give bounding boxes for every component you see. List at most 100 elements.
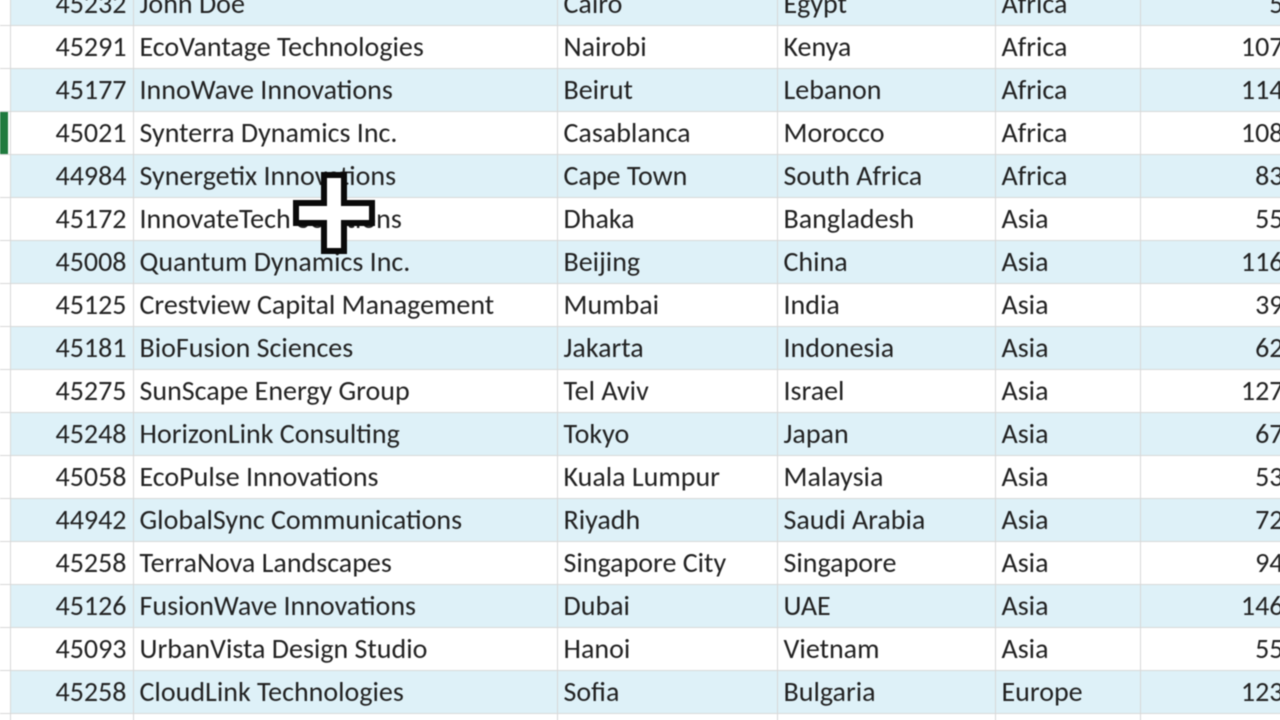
cell-country[interactable]: Morocco (777, 112, 995, 155)
cell-country[interactable]: Bulgaria (777, 714, 995, 720)
cell-country[interactable]: Saudi Arabia (777, 499, 995, 542)
cell-id[interactable]: 45126 (10, 585, 133, 628)
row-header[interactable] (0, 714, 10, 720)
cell-region[interactable]: Asia (995, 284, 1140, 327)
cell-country[interactable]: Malaysia (777, 456, 995, 499)
cell-country[interactable]: Japan (777, 413, 995, 456)
row-header[interactable] (0, 370, 10, 413)
cell-value[interactable]: 5 (1140, 0, 1280, 26)
cell-id[interactable]: 45181 (10, 327, 133, 370)
cell-value[interactable]: 94 (1140, 542, 1280, 585)
table-row[interactable]: 45172InnovateTech SolutionsDhakaBanglade… (0, 198, 1280, 241)
cell-country[interactable]: Bulgaria (777, 671, 995, 714)
cell-city[interactable]: Hanoi (557, 628, 777, 671)
cell-value[interactable]: 114 (1140, 69, 1280, 112)
cell-id[interactable]: 45091 (10, 714, 133, 720)
table-row[interactable]: 45275SunScape Energy GroupTel AvivIsrael… (0, 370, 1280, 413)
cell-id[interactable]: 45232 (10, 0, 133, 26)
row-header[interactable] (0, 585, 10, 628)
cell-country[interactable]: UAE (777, 585, 995, 628)
cell-company[interactable]: HorizonLink Consulting (133, 413, 557, 456)
row-header[interactable] (0, 671, 10, 714)
cell-country[interactable]: Vietnam (777, 628, 995, 671)
table-row[interactable]: 45291EcoVantage TechnologiesNairobiKenya… (0, 26, 1280, 69)
cell-id[interactable]: 44942 (10, 499, 133, 542)
cell-city[interactable]: Tel Aviv (557, 370, 777, 413)
cell-region[interactable]: Africa (995, 26, 1140, 69)
cell-company[interactable]: UrbanVista Design Studio (133, 628, 557, 671)
cell-country[interactable]: Indonesia (777, 327, 995, 370)
cell-company[interactable]: Synterra Dynamics Inc. (133, 112, 557, 155)
cell-city[interactable]: Dhaka (557, 198, 777, 241)
cell-region[interactable]: Europe (995, 671, 1140, 714)
cell-company[interactable]: GlobalSync Communications (133, 499, 557, 542)
cell-city[interactable]: Nairobi (557, 26, 777, 69)
cell-city[interactable]: Casablanca (557, 112, 777, 155)
spreadsheet-grid[interactable]: 45232John DoeCairoEgyptAfrica545291EcoVa… (0, 0, 1280, 720)
table-row[interactable]: 45093UrbanVista Design StudioHanoiVietna… (0, 628, 1280, 671)
cell-company[interactable]: EcoVantage Technologies (133, 26, 557, 69)
cell-id[interactable]: 45258 (10, 671, 133, 714)
cell-country[interactable]: Kenya (777, 26, 995, 69)
cell-city[interactable]: Cairo (557, 0, 777, 26)
cell-country[interactable]: Singapore (777, 542, 995, 585)
cell-id[interactable]: 45008 (10, 241, 133, 284)
cell-city[interactable]: Beijing (557, 241, 777, 284)
cell-city[interactable]: Jakarta (557, 327, 777, 370)
cell-value[interactable]: 83 (1140, 155, 1280, 198)
cell-city[interactable]: Riyadh (557, 499, 777, 542)
row-header[interactable] (0, 284, 10, 327)
cell-region[interactable]: Africa (995, 155, 1140, 198)
cell-city[interactable]: Singapore City (557, 542, 777, 585)
cell-value[interactable]: 55 (1140, 628, 1280, 671)
row-header[interactable] (0, 69, 10, 112)
cell-company[interactable]: John Doe (133, 0, 557, 26)
table-row[interactable]: 45181BioFusion SciencesJakartaIndonesiaA… (0, 327, 1280, 370)
table-row[interactable]: 44942GlobalSync CommunicationsRiyadhSaud… (0, 499, 1280, 542)
table-row[interactable]: 45021Synterra Dynamics Inc.CasablancaMor… (0, 112, 1280, 155)
cell-value[interactable]: 123 (1140, 671, 1280, 714)
row-header[interactable] (0, 241, 10, 284)
cell-id[interactable]: 45258 (10, 542, 133, 585)
table-row[interactable]: 45091LunaStar MediaPlovdivBulgariaEurope (0, 714, 1280, 720)
table-row[interactable]: 45177InnoWave InnovationsBeirutLebanonAf… (0, 69, 1280, 112)
cell-id[interactable]: 45058 (10, 456, 133, 499)
row-header[interactable] (0, 499, 10, 542)
cell-region[interactable]: Africa (995, 69, 1140, 112)
cell-region[interactable]: Asia (995, 499, 1140, 542)
data-table[interactable]: 45232John DoeCairoEgyptAfrica545291EcoVa… (0, 0, 1280, 720)
cell-value[interactable]: 108 (1140, 112, 1280, 155)
row-header[interactable] (0, 542, 10, 585)
cell-id[interactable]: 44984 (10, 155, 133, 198)
cell-city[interactable]: Dubai (557, 585, 777, 628)
cell-company[interactable]: Synergetix Innovations (133, 155, 557, 198)
table-row[interactable]: 44984Synergetix InnovationsCape TownSout… (0, 155, 1280, 198)
cell-city[interactable]: Cape Town (557, 155, 777, 198)
row-header[interactable] (0, 327, 10, 370)
cell-value[interactable]: 72 (1140, 499, 1280, 542)
cell-value[interactable]: 62 (1140, 327, 1280, 370)
table-row[interactable]: 45008Quantum Dynamics Inc.BeijingChinaAs… (0, 241, 1280, 284)
cell-company[interactable]: Crestview Capital Management (133, 284, 557, 327)
cell-city[interactable]: Kuala Lumpur (557, 456, 777, 499)
cell-region[interactable]: Asia (995, 327, 1140, 370)
cell-country[interactable]: Israel (777, 370, 995, 413)
cell-id[interactable]: 45248 (10, 413, 133, 456)
cell-value[interactable]: 146 (1140, 585, 1280, 628)
cell-region[interactable]: Europe (995, 714, 1140, 720)
cell-city[interactable]: Mumbai (557, 284, 777, 327)
table-row[interactable]: 45258CloudLink TechnologiesSofiaBulgaria… (0, 671, 1280, 714)
cell-id[interactable]: 45021 (10, 112, 133, 155)
cell-region[interactable]: Asia (995, 198, 1140, 241)
cell-id[interactable]: 45291 (10, 26, 133, 69)
table-row[interactable]: 45258TerraNova LandscapesSingapore CityS… (0, 542, 1280, 585)
cell-id[interactable]: 45125 (10, 284, 133, 327)
cell-value[interactable]: 53 (1140, 456, 1280, 499)
cell-city[interactable]: Sofia (557, 671, 777, 714)
table-row[interactable]: 45232John DoeCairoEgyptAfrica5 (0, 0, 1280, 26)
cell-company[interactable]: SunScape Energy Group (133, 370, 557, 413)
row-header[interactable] (0, 0, 10, 26)
cell-region[interactable]: Africa (995, 0, 1140, 26)
cell-value[interactable]: 39 (1140, 284, 1280, 327)
cell-company[interactable]: FusionWave Innovations (133, 585, 557, 628)
